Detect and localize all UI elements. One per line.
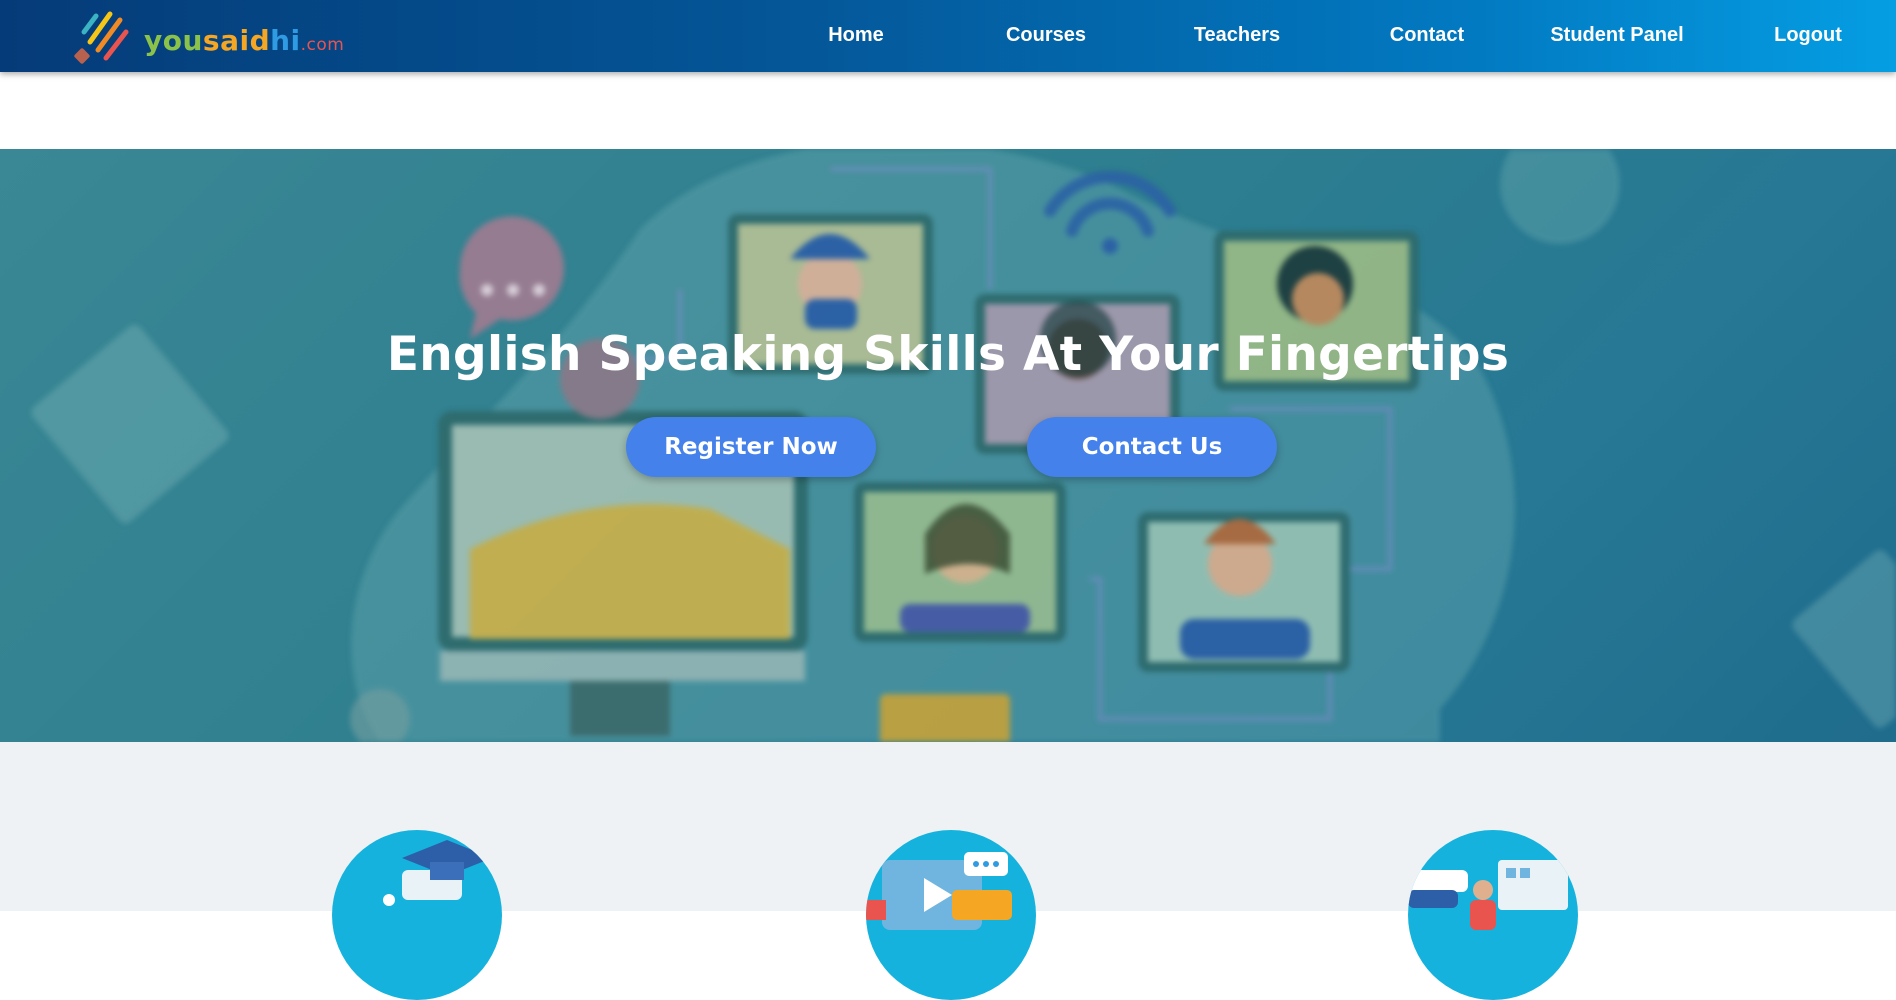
- online-classroom-icon: [1408, 830, 1578, 1000]
- contact-us-button[interactable]: Contact Us: [1027, 417, 1277, 477]
- video-chat-icon: [866, 830, 1036, 1000]
- nav-links: Home Courses Teachers Contact Student Pa…: [0, 0, 1896, 72]
- nav-courses-link[interactable]: Courses: [1006, 24, 1086, 47]
- hero-banner: English Speaking Skills At Your Fingerti…: [0, 149, 1896, 742]
- nav-home-link[interactable]: Home: [828, 24, 884, 47]
- register-now-button[interactable]: Register Now: [626, 417, 876, 477]
- nav-student-panel-link[interactable]: Student Panel: [1550, 24, 1683, 47]
- top-navbar: yousaidhi.com Home Courses Teachers Cont…: [0, 0, 1896, 72]
- hero-title: English Speaking Skills At Your Fingerti…: [386, 327, 1510, 382]
- nav-contact-link[interactable]: Contact: [1390, 24, 1464, 47]
- graduation-cap-icon: [332, 830, 502, 1000]
- features-section: [0, 742, 1896, 1000]
- nav-logout-link[interactable]: Logout: [1774, 24, 1842, 47]
- hero-background-illustration: [31, 149, 1896, 742]
- nav-teachers-link[interactable]: Teachers: [1194, 24, 1280, 47]
